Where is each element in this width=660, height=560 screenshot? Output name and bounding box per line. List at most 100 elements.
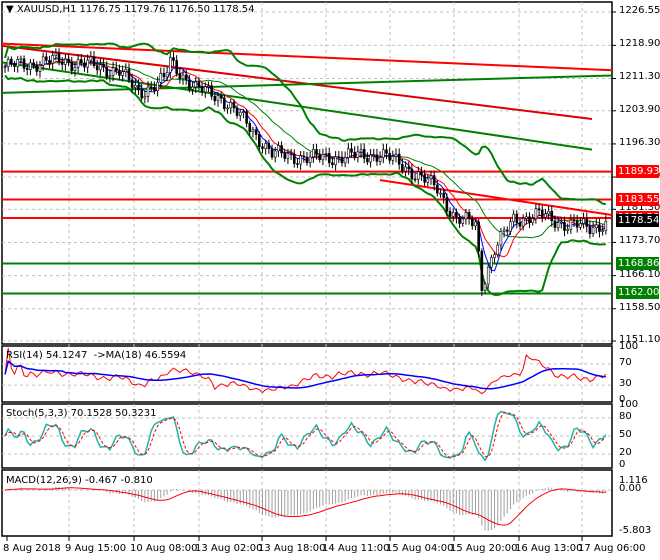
stoch-legend: Stoch(5,3,3) 70.1528 50.3231 <box>6 408 157 419</box>
candle-body <box>162 72 166 78</box>
candle-body <box>219 95 223 99</box>
candle-body <box>324 153 328 155</box>
candle-body <box>471 218 474 227</box>
candle-body <box>544 213 547 218</box>
candle-body <box>242 111 245 113</box>
candle-body <box>197 81 201 87</box>
candle-body <box>127 69 131 81</box>
candle-body <box>159 72 163 83</box>
candle-body <box>153 86 156 91</box>
candle-body <box>41 56 45 66</box>
candle-body <box>10 58 13 65</box>
candle-body <box>579 223 582 228</box>
candle-body <box>366 158 369 163</box>
candle-body <box>327 153 331 164</box>
candle-body <box>22 58 26 69</box>
symbol-label: XAUUSD,H1 <box>16 4 77 15</box>
candle-body <box>391 156 395 161</box>
macd-signal-line <box>4 487 606 526</box>
candle-body <box>347 148 350 158</box>
time-label: 15 Aug 04:00 <box>386 543 454 554</box>
candle-body <box>232 101 236 109</box>
candle-body <box>79 59 83 64</box>
rsi-legend: RSI(14) 54.1247 ->MA(18) 46.5594 <box>6 350 186 361</box>
trendline-green <box>1 61 593 151</box>
rsi-ma-line <box>4 360 606 390</box>
price-label: 1166.10 <box>619 268 660 280</box>
candle-body <box>499 231 503 246</box>
candle-body <box>407 166 411 170</box>
level-price-tag: 1162.00 <box>616 286 660 300</box>
candle-body <box>397 153 401 165</box>
rsi-label: RSI(14) 54.1247 <box>6 350 88 361</box>
candle-body <box>92 56 96 66</box>
price-label: 1173.70 <box>619 235 660 247</box>
candle-body <box>146 86 150 97</box>
candle-body <box>264 143 267 149</box>
candle-body <box>420 171 423 176</box>
macd-legend: MACD(12,26,9) -0.467 -0.810 <box>6 475 153 486</box>
candle-body <box>340 156 344 164</box>
candle-body <box>76 59 80 68</box>
candle-body <box>137 85 140 91</box>
candle-body <box>569 219 573 230</box>
candle-body <box>356 151 360 158</box>
candle-body <box>86 59 89 68</box>
candle-body <box>102 64 105 68</box>
level-price-tag: 1168.86 <box>616 256 660 270</box>
ma-red <box>4 59 606 258</box>
macd-axis-label: -5.803 <box>619 525 652 536</box>
candle-body <box>423 174 426 183</box>
time-label: 10 Aug 08:00 <box>130 543 198 554</box>
candle-body <box>207 85 210 88</box>
candle-body <box>210 85 213 97</box>
candle-body <box>582 218 585 224</box>
candle-body <box>350 148 353 153</box>
candle-body <box>563 221 566 231</box>
time-label: 16 Aug 13:00 <box>515 543 583 554</box>
candle-body <box>213 95 217 102</box>
level-price-tag: 1189.93 <box>616 164 660 178</box>
collapse-arrow-icon[interactable]: ▼ <box>6 4 14 15</box>
candle-body <box>105 66 109 78</box>
candle-body <box>60 61 64 65</box>
candle-body <box>448 210 452 217</box>
stoch-axis-label: 80 <box>619 411 632 422</box>
candle-body <box>588 226 592 234</box>
candle-body <box>67 58 70 63</box>
price-label: 1211.30 <box>619 71 660 83</box>
candle-body <box>315 149 318 155</box>
candle-body <box>534 208 538 220</box>
candle-body <box>372 154 376 157</box>
candle-body <box>35 64 39 72</box>
candle-body <box>248 123 252 132</box>
candle-body <box>461 218 465 224</box>
candle-body <box>188 79 191 90</box>
price-label: 1196.30 <box>619 136 660 148</box>
chart-window[interactable]: ▼ XAUUSD,H1 1176.75 1179.76 1176.50 1178… <box>0 0 660 560</box>
candle-body <box>280 145 283 154</box>
candle-body <box>474 221 477 227</box>
candle-body <box>83 62 86 68</box>
candle-body <box>493 254 496 258</box>
candle-body <box>496 244 500 255</box>
candle-body <box>95 65 99 71</box>
price-label: 1203.90 <box>619 103 660 115</box>
candle-body <box>455 212 458 218</box>
candle-body <box>512 213 515 223</box>
stoch-axis-label: 50 <box>619 429 632 440</box>
candle-body <box>223 97 226 109</box>
candle-body <box>598 224 601 232</box>
candle-body <box>321 154 325 161</box>
candle-body <box>404 166 407 172</box>
candle-body <box>267 143 271 149</box>
candle-body <box>509 221 512 232</box>
candle-body <box>353 152 356 158</box>
candle-body <box>566 228 569 231</box>
candle-body <box>191 86 194 90</box>
candle-body <box>111 67 115 76</box>
candle-body <box>525 216 528 219</box>
candle-body <box>130 79 134 88</box>
candle-body <box>480 250 484 291</box>
candle-body <box>451 212 455 217</box>
